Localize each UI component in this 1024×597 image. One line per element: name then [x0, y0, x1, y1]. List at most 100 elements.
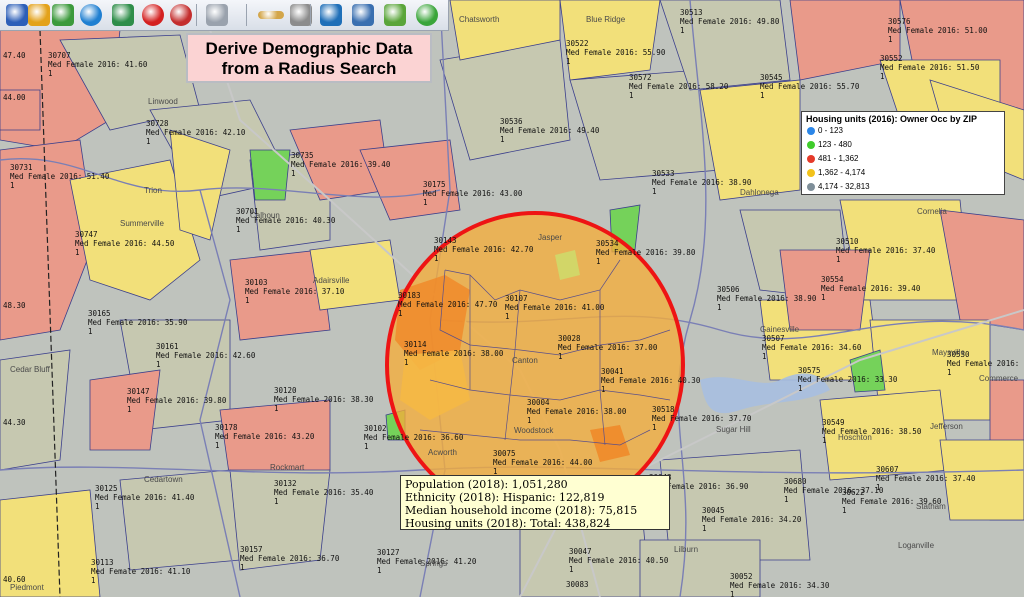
place-name-label: Jefferson [930, 422, 963, 431]
zip-code-label: 30157 [240, 545, 263, 554]
zip-count-label: 1 [680, 26, 685, 35]
zip-code-label: 30041 [601, 367, 624, 376]
zip-count-label: 1 [821, 293, 826, 302]
help-icon[interactable] [416, 4, 438, 26]
zip-count-label: 1 [245, 296, 250, 305]
median-female-age-label: Med Female 2016: 41.40 [95, 493, 195, 502]
median-female-age-label: Med Female 2016: 38.90 [652, 178, 752, 187]
zip-count-label: 1 [91, 576, 96, 585]
place-name-label: Cedar Bluff [10, 365, 51, 374]
place-name-label: Linwood [148, 97, 178, 106]
median-female-age-label: Med Female 2016: 37.40 [836, 246, 936, 255]
zip-code-label: 30513 [680, 8, 703, 17]
zip-count-label: 1 [127, 405, 132, 414]
ruler-icon[interactable] [258, 11, 284, 19]
title-line-1: Derive Demographic Data [205, 39, 413, 58]
bubbles-icon[interactable] [28, 4, 50, 26]
zip-code-label: 30127 [377, 548, 400, 557]
place-name-label: Woodstock [514, 426, 554, 435]
zip-code-label: 30554 [821, 275, 844, 284]
place-name-label: Statham [916, 502, 946, 511]
median-female-age-label: Med Female 2016: 37.00 [558, 343, 658, 352]
legend-swatch [807, 169, 815, 177]
zip-count-label: 1 [236, 225, 241, 234]
layers-icon[interactable] [52, 4, 74, 26]
place-name-label: Canton [512, 356, 538, 365]
place-name-label: Adairsville [313, 276, 350, 285]
zip-count-label: 1 [784, 495, 789, 504]
zip-count-label: 1 [601, 385, 606, 394]
info-housing: Housing units (2018): Total: 438,824 [405, 517, 611, 530]
zip-code-label: 30183 [398, 291, 421, 300]
median-female-age-label: Med Female 2016: 42.60 [156, 351, 256, 360]
legend-swatch [807, 155, 815, 163]
median-female-age-label: Med Female 2016: 38.00 [404, 349, 504, 358]
search-icon[interactable] [170, 4, 192, 26]
place-name-label: Cedartown [144, 475, 183, 484]
place-name-label: Hoschton [838, 433, 872, 442]
place-name-label: Piedmont [10, 583, 45, 592]
legend-title: Housing units (2016): Owner Occ by ZIP [806, 114, 978, 124]
zip-count-label: 1 [730, 590, 735, 597]
median-female-age-label: Med Female 2016: 38.90 [717, 294, 817, 303]
zip-code-label: 30510 [836, 237, 859, 246]
zip-code-label: 30707 [48, 51, 71, 60]
table-icon[interactable] [352, 4, 374, 26]
zip-code-label: 30507 [762, 334, 785, 343]
zip-code-label: 30572 [629, 73, 652, 82]
zip-count-label: 1 [596, 257, 601, 266]
edge-value-label: 47.40 [3, 51, 26, 60]
median-female-age-label: Med Female 2016: 33.30 [798, 375, 898, 384]
zip-count-label: 1 [48, 69, 53, 78]
zip-count-label: 1 [377, 566, 382, 575]
globe-icon[interactable] [320, 4, 342, 26]
median-female-age-label: Med Female 2016: 34.20 [702, 515, 802, 524]
pointer-icon[interactable] [6, 4, 28, 26]
zip-code-label: 30052 [730, 572, 753, 581]
median-female-age-label: Med Female 2016: 37.40 [876, 474, 976, 483]
median-female-age-label: Med Female 2016: 40.50 [569, 556, 669, 565]
zip-code-label: 30132 [274, 479, 297, 488]
zip-code-label: 30045 [702, 506, 725, 515]
place-name-label: Rockmart [270, 463, 305, 472]
legend-label: 4,174 - 32,813 [818, 182, 870, 191]
puzzle-icon[interactable] [112, 4, 134, 26]
median-female-age-label: Med Female 2016: 39.80 [596, 248, 696, 257]
place-name-label: Maysville [932, 348, 965, 357]
median-female-age-label: Med Female 2016: 35.90 [88, 318, 188, 327]
target-icon[interactable] [80, 4, 102, 26]
zip-code-label: 30552 [880, 54, 903, 63]
zip-count-label: 1 [75, 248, 80, 257]
zip-count-label: 1 [888, 35, 893, 44]
highlighter-icon[interactable] [206, 4, 228, 26]
cube-icon[interactable] [290, 4, 312, 26]
zip-code-label: 30103 [245, 278, 268, 287]
zip-code-label: 30545 [760, 73, 783, 82]
zip-code-label: 30075 [493, 449, 516, 458]
zip-code-label: 30534 [596, 239, 619, 248]
median-female-age-label: Med Female 2016: 39.70 [947, 359, 1024, 368]
zip-count-label: 1 [760, 91, 765, 100]
zip-count-label: 1 [274, 404, 279, 413]
zip-code-label: 30120 [274, 386, 297, 395]
zip-count-label: 1 [146, 137, 151, 146]
zip-count-label: 1 [156, 360, 161, 369]
median-female-age-label: Med Female 2016: 39.40 [821, 284, 921, 293]
median-female-age-label: Med Female 2016: 42.70 [434, 245, 534, 254]
zip-count-label: 1 [423, 198, 428, 207]
zip-code-label: 30047 [569, 547, 592, 556]
legend-label: 123 - 480 [818, 140, 852, 149]
legend-swatch [807, 141, 815, 149]
eraser-icon[interactable] [384, 4, 406, 26]
close-icon[interactable] [142, 4, 164, 26]
zip-count-label: 1 [798, 384, 803, 393]
zip-count-label: 1 [702, 524, 707, 533]
place-name-label: Dahlonega [740, 188, 779, 197]
median-female-age-label: Med Female 2016: 40.30 [601, 376, 701, 385]
legend-swatch [807, 127, 815, 135]
toolbar-separator [310, 4, 311, 26]
zip-count-label: 1 [558, 352, 563, 361]
median-female-age-label: Med Female 2016: 41.60 [48, 60, 148, 69]
place-name-label: Cornelia [917, 207, 947, 216]
zip-code-label: 30004 [527, 398, 550, 407]
